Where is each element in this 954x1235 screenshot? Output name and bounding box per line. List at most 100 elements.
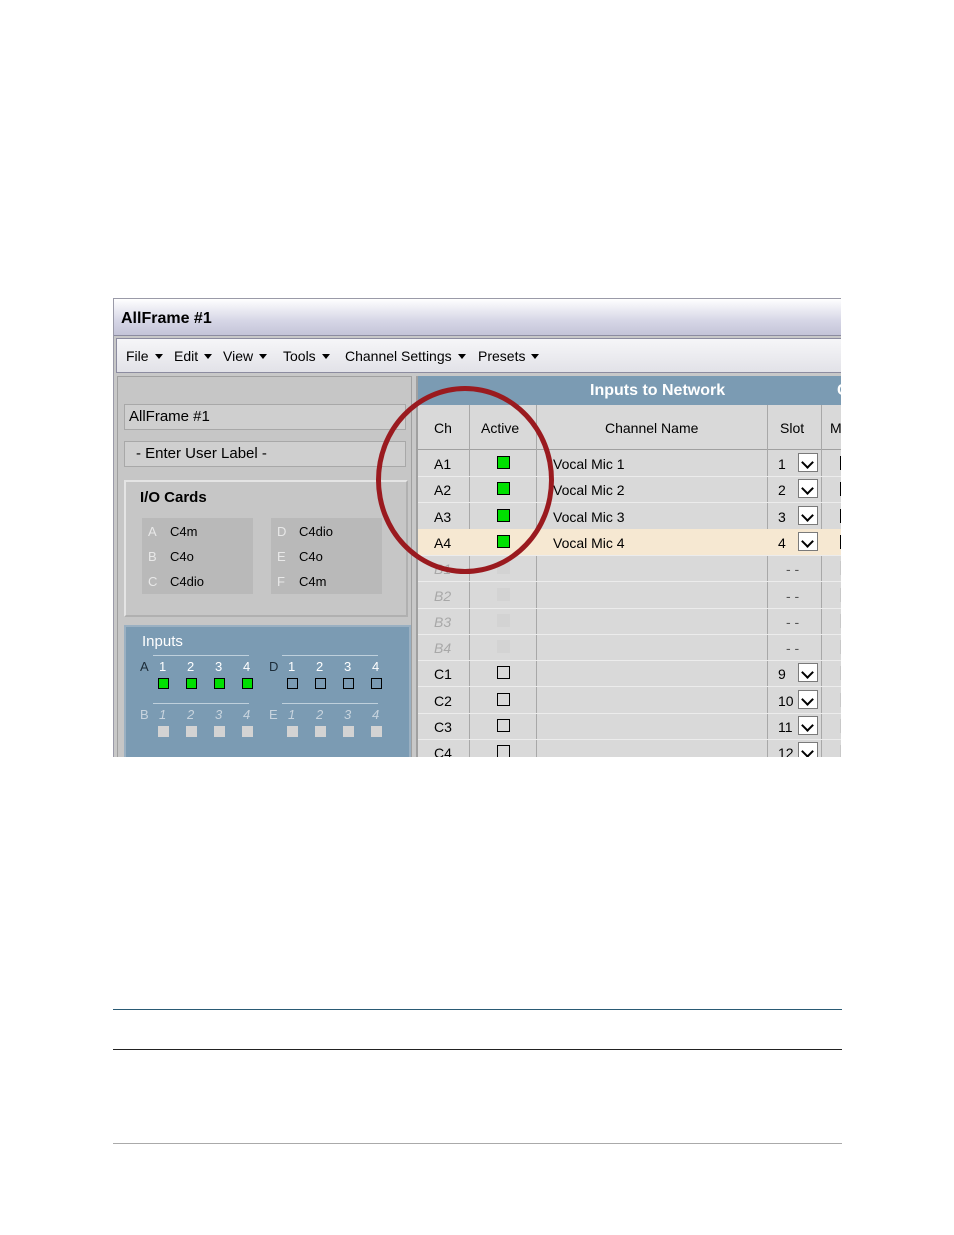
slot-value: 12 — [778, 745, 794, 757]
channel-name[interactable]: Vocal Mic 2 — [553, 482, 625, 498]
user-label-field[interactable]: - Enter User Label - — [124, 441, 406, 467]
table-row[interactable]: B4 - - — [418, 634, 841, 662]
slot-dropdown[interactable] — [798, 742, 818, 757]
m-checkbox[interactable] — [840, 534, 841, 549]
table-row[interactable]: C3 11 — [418, 713, 841, 740]
channel-id: C3 — [434, 719, 452, 735]
active-checkbox[interactable] — [497, 666, 510, 680]
io-cards-panel: I/O Cards A C4m B C4o C C4dio D C4dio E C4o F C4m — [124, 480, 408, 617]
table-row[interactable]: B2 - - — [418, 582, 841, 609]
io-card-slot[interactable]: F C4m — [277, 574, 326, 589]
slot-dropdown[interactable] — [798, 505, 818, 525]
chevron-down-icon — [259, 354, 268, 359]
col-channel-name[interactable]: Channel Name — [605, 420, 698, 436]
channel-name[interactable]: Vocal Mic 1 — [553, 456, 625, 472]
input-active-indicator[interactable] — [214, 726, 225, 737]
next-table-title: C — [837, 382, 841, 400]
io-card-type: C4dio — [299, 524, 333, 539]
input-active-indicator[interactable] — [242, 726, 253, 737]
input-number: 4 — [243, 707, 251, 722]
table-row[interactable]: B3 - - — [418, 608, 841, 635]
io-card-slot[interactable]: D C4dio — [277, 524, 333, 539]
input-active-indicator[interactable] — [287, 678, 298, 689]
input-active-indicator[interactable] — [242, 678, 253, 689]
active-checkbox[interactable] — [497, 587, 510, 601]
input-active-indicator[interactable] — [158, 678, 169, 689]
slot-dropdown[interactable] — [798, 689, 818, 709]
m-checkbox[interactable] — [840, 561, 841, 576]
channel-name[interactable]: Vocal Mic 3 — [553, 509, 625, 525]
slot-dropdown[interactable] — [798, 479, 818, 499]
menu-channel-settings[interactable]: Channel Settings — [345, 348, 466, 364]
input-group-letter: B — [140, 707, 149, 722]
input-group-letter: A — [140, 659, 149, 674]
active-checkbox[interactable] — [497, 719, 510, 732]
input-active-indicator[interactable] — [186, 726, 197, 737]
m-checkbox[interactable] — [840, 508, 841, 523]
menu-view[interactable]: View — [223, 348, 268, 364]
io-card-slot[interactable]: B C4o — [148, 549, 194, 564]
menu-presets[interactable]: Presets — [478, 348, 540, 364]
slot-value: 9 — [778, 666, 786, 683]
table-row[interactable]: C1 9 — [418, 660, 841, 688]
io-card-slot-letter: B — [148, 549, 157, 564]
annotation-circle — [376, 386, 554, 574]
input-active-indicator[interactable] — [287, 726, 298, 737]
input-active-indicator[interactable] — [343, 678, 354, 689]
input-group-divider — [153, 655, 249, 656]
table-row[interactable]: C4 12 — [418, 739, 841, 757]
active-checkbox[interactable] — [497, 640, 510, 654]
input-active-indicator[interactable] — [315, 726, 326, 737]
channel-name[interactable]: Vocal Mic 4 — [553, 535, 625, 551]
menu-bar: File Edit View Tools Channel Settings Presets — [116, 338, 841, 373]
input-number: 4 — [372, 659, 380, 674]
input-active-indicator[interactable] — [214, 678, 225, 689]
col-m[interactable]: M — [830, 420, 841, 436]
io-card-slot[interactable]: A C4m — [148, 524, 197, 539]
active-checkbox[interactable] — [497, 613, 510, 627]
input-number: 1 — [288, 707, 296, 722]
menu-tools[interactable]: Tools — [283, 348, 330, 364]
slot-value: - - — [786, 561, 800, 578]
input-active-indicator[interactable] — [371, 726, 382, 737]
inputs-title: Inputs — [142, 633, 183, 650]
window-title: AllFrame #1 — [121, 310, 212, 327]
input-active-indicator[interactable] — [371, 678, 382, 689]
active-checkbox[interactable] — [497, 745, 510, 757]
m-checkbox[interactable] — [840, 666, 841, 681]
input-number: 3 — [215, 707, 223, 722]
input-active-indicator[interactable] — [315, 678, 326, 689]
table-row[interactable]: C2 10 — [418, 687, 841, 714]
m-checkbox[interactable] — [840, 640, 841, 655]
input-group-letter: D — [269, 659, 279, 674]
m-checkbox[interactable] — [840, 456, 841, 470]
slot-value: - - — [786, 613, 800, 630]
slot-dropdown[interactable] — [798, 663, 818, 683]
device-name-field[interactable]: AllFrame #1 — [124, 404, 406, 430]
io-card-slot[interactable]: E C4o — [277, 549, 323, 564]
menu-file[interactable]: File — [126, 348, 163, 364]
m-checkbox[interactable] — [840, 719, 841, 733]
m-checkbox[interactable] — [840, 587, 841, 602]
input-number: 2 — [316, 659, 324, 674]
input-active-indicator[interactable] — [343, 726, 354, 737]
menu-edit[interactable]: Edit — [174, 348, 213, 364]
active-checkbox[interactable] — [497, 692, 510, 706]
rule-line — [113, 1143, 842, 1144]
input-number: 3 — [215, 659, 223, 674]
m-checkbox[interactable] — [840, 613, 841, 628]
input-active-indicator[interactable] — [186, 678, 197, 689]
slot-dropdown[interactable] — [798, 531, 818, 551]
io-cards-left-group: A C4m B C4o C C4dio — [142, 518, 253, 594]
chevron-down-icon — [204, 354, 213, 359]
m-checkbox[interactable] — [840, 692, 841, 707]
io-card-slot[interactable]: C C4dio — [148, 574, 204, 589]
col-slot[interactable]: Slot — [780, 420, 804, 436]
m-checkbox[interactable] — [840, 482, 841, 497]
device-panel: AllFrame #1 - Enter User Label - I/O Car… — [117, 376, 412, 757]
input-active-indicator[interactable] — [158, 726, 169, 737]
slot-dropdown[interactable] — [798, 453, 818, 472]
table-title: Inputs to Network — [590, 382, 726, 399]
slot-dropdown[interactable] — [798, 716, 818, 735]
m-checkbox[interactable] — [840, 745, 841, 757]
